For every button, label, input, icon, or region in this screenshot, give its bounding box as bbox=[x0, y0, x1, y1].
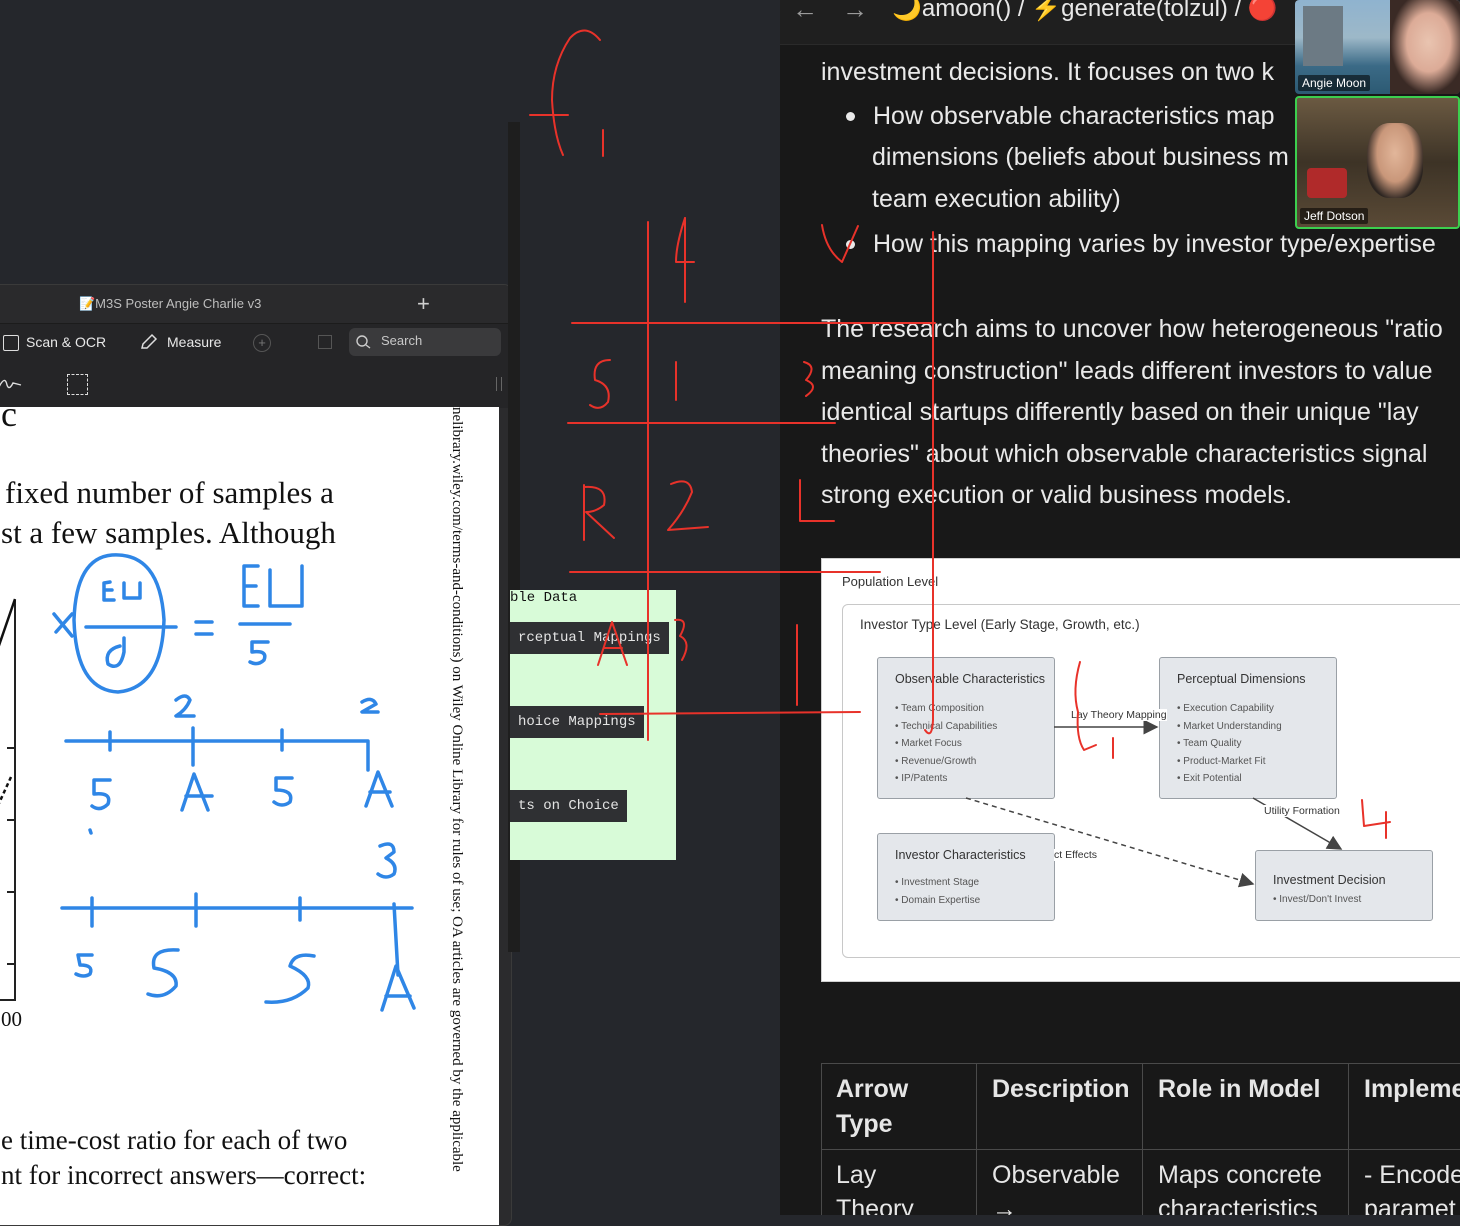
bullet-text: How observable characteristics map bbox=[873, 102, 1275, 130]
table-cell: Observable bbox=[992, 1161, 1120, 1189]
diagram-arrows bbox=[965, 719, 1343, 888]
building-shape bbox=[1303, 6, 1343, 66]
table-header: Impleme bbox=[1364, 1075, 1460, 1103]
bullet-text: How this mapping varies by investor type… bbox=[873, 230, 1436, 258]
sidebar-handle[interactable] bbox=[496, 377, 502, 391]
body-line: nt for incorrect answers—correct: bbox=[1, 1160, 367, 1190]
measure-button[interactable]: Measure bbox=[167, 334, 221, 350]
table-cell: - Encode bbox=[1364, 1161, 1460, 1189]
body-line: e time-cost ratio for each of two bbox=[1, 1125, 348, 1155]
forward-arrow-icon[interactable]: → bbox=[842, 0, 868, 25]
axis-tick bbox=[7, 963, 15, 965]
participant-name: Angie Moon bbox=[1298, 75, 1371, 91]
data-panel: ble Data rceptual Mappings hoice Mapping… bbox=[510, 590, 676, 860]
bullet-dot bbox=[846, 112, 855, 121]
pdf-page: c fixed number of samples a st a few sam… bbox=[0, 407, 499, 1225]
ink-stroke bbox=[667, 480, 709, 531]
bullet-text: dimensions (beliefs about business m bbox=[872, 143, 1289, 171]
selection-icon[interactable] bbox=[67, 374, 88, 395]
lay-theory-label: Lay Theory Mapping bbox=[1071, 709, 1167, 721]
table-cell: characteristics bbox=[1158, 1195, 1318, 1215]
bullet-dot bbox=[846, 240, 855, 249]
effects-on-choice-button[interactable]: ts on Choice bbox=[510, 790, 627, 822]
heading-fragment: c bbox=[1, 407, 17, 434]
arrow-table: Arrow Type Description Role in Model Imp… bbox=[821, 1063, 1460, 1215]
perceptual-mappings-button[interactable]: rceptual Mappings bbox=[510, 622, 669, 654]
paragraph-line: meaning construction" leads different in… bbox=[821, 357, 1433, 385]
body-line: fixed number of samples a bbox=[5, 475, 334, 510]
add-tool-icon[interactable]: + bbox=[253, 334, 271, 352]
new-tab-button[interactable]: + bbox=[417, 291, 430, 317]
table-cell: Lay bbox=[836, 1161, 877, 1189]
ink-stroke bbox=[551, 29, 601, 156]
ink-stroke bbox=[589, 359, 611, 409]
scan-icon bbox=[3, 335, 19, 351]
scan-ocr-button[interactable]: Scan & OCR bbox=[26, 334, 106, 350]
back-arrow-icon[interactable]: ← bbox=[792, 0, 818, 25]
pdf-title: 📝M3S Poster Angie Charlie v3 bbox=[79, 296, 262, 311]
search-input[interactable]: Search bbox=[349, 328, 501, 356]
table-divider bbox=[1348, 1064, 1349, 1215]
axis-tick bbox=[7, 819, 15, 821]
breadcrumb[interactable]: 🌙amoon() / ⚡generate(tolzul) / 🔴 bbox=[892, 0, 1278, 23]
ink-stroke bbox=[675, 217, 695, 263]
table-header: Description bbox=[992, 1075, 1130, 1103]
ink-stroke bbox=[583, 484, 615, 541]
pencil-icon bbox=[141, 333, 158, 349]
paragraph-line: The research aims to uncover how heterog… bbox=[821, 315, 1443, 343]
table-divider bbox=[1142, 1064, 1143, 1215]
video-tile-angie[interactable]: Angie Moon bbox=[1295, 0, 1460, 94]
model-diagram: Population Level Investor Type Level (Ea… bbox=[821, 558, 1460, 982]
table-header: Type bbox=[836, 1110, 893, 1138]
paragraph-line: strong execution or valid business model… bbox=[821, 481, 1293, 509]
table-divider bbox=[976, 1064, 977, 1215]
table-divider bbox=[822, 1149, 1460, 1150]
effects-label: ct Effects bbox=[1054, 849, 1097, 861]
plot-curve bbox=[0, 598, 17, 805]
direct-effects-arrow bbox=[965, 797, 1255, 888]
utility-label: Utility Formation bbox=[1264, 805, 1340, 817]
table-header: Role in Model bbox=[1158, 1075, 1321, 1103]
table-cell: Maps concrete bbox=[1158, 1161, 1322, 1189]
axis-tick-label: 00 bbox=[1, 1007, 22, 1031]
search-placeholder: Search bbox=[381, 333, 423, 348]
signature-icon[interactable] bbox=[0, 373, 23, 395]
participant-face bbox=[1367, 123, 1423, 198]
share-icon[interactable] bbox=[318, 335, 332, 349]
panel-title: ble Data bbox=[510, 590, 578, 606]
paragraph-line: theories" about which observable charact… bbox=[821, 440, 1428, 468]
video-tile-jeff[interactable]: Jeff Dotson bbox=[1295, 96, 1460, 229]
red-object bbox=[1307, 168, 1347, 198]
table-cell: paramet bbox=[1364, 1195, 1456, 1215]
side-note: nelibrary.wiley.com/terms-and-conditions… bbox=[449, 407, 465, 1172]
ink-stroke bbox=[674, 618, 688, 661]
pdf-window: 📝M3S Poster Angie Charlie v3 + Scan & OC… bbox=[0, 284, 512, 1226]
paragraph-line: identical startups differently based on … bbox=[821, 398, 1419, 426]
body-line: st a few samples. Although bbox=[1, 515, 336, 550]
doc-text-line: investment decisions. It focuses on two … bbox=[821, 58, 1274, 86]
participant-name: Jeff Dotson bbox=[1300, 208, 1369, 224]
table-header: Arrow bbox=[836, 1075, 909, 1103]
bullet-text: team execution ability) bbox=[872, 185, 1121, 213]
participant-face bbox=[1390, 0, 1460, 94]
axis-tick bbox=[7, 891, 15, 893]
choice-mappings-button[interactable]: hoice Mappings bbox=[510, 706, 644, 738]
plot-axis bbox=[0, 999, 16, 1001]
table-cell: → bbox=[992, 1195, 1017, 1215]
table-cell: Theory bbox=[836, 1195, 914, 1215]
search-icon bbox=[356, 335, 371, 349]
